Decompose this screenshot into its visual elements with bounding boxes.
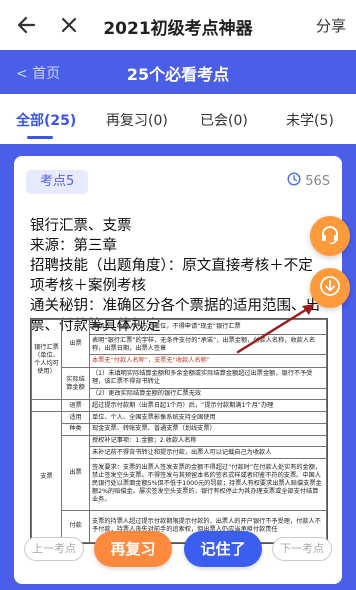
next-topic-button[interactable]: 下一考点	[272, 537, 332, 561]
content-area: 考点5 56S 银行汇票、支票 来源：第三章 招聘技能（出题角度）：原文直接考核…	[0, 144, 356, 590]
remembered-button[interactable]: 记住了	[184, 531, 262, 567]
prev-topic-button[interactable]: 上一考点	[24, 537, 84, 561]
table-cell: 本票无“付款人名称”，支票无“收款人名称”	[89, 354, 327, 369]
download-icon	[319, 275, 341, 301]
clock-icon	[287, 172, 301, 190]
timer-text: 56S	[305, 173, 330, 189]
close-icon[interactable]	[56, 12, 82, 38]
page-header: < 首页 25个必看考点	[0, 50, 356, 94]
notes-table: 银行汇票（单位、个人均可使用） 出票 申请人、收款人一方为单位，不得申请“现金”…	[30, 318, 328, 544]
tab-review[interactable]: 再复习(0)	[106, 110, 168, 130]
table-cell: 未补记前不得背书转让和提示付款，出票人可以记载自己为收款人	[89, 446, 327, 460]
card-line-skill: 招聘技能（出题角度）：原文直接考核＋不定项考核＋案例考核	[30, 258, 313, 294]
tab-unlearned[interactable]: 未学(5)	[286, 110, 334, 130]
table-cell: 单位、个人、全国支票影像系统支持全国使用	[89, 411, 327, 424]
card-line-topic: 银行汇票、支票	[30, 218, 132, 234]
headset-icon	[319, 223, 341, 249]
table-cell: 支票	[31, 411, 62, 543]
download-button[interactable]	[310, 268, 350, 308]
tab-all[interactable]: 全部(25)	[16, 110, 76, 130]
knowledge-card: 考点5 56S 银行汇票、支票 来源：第三章 招聘技能（出题角度）：原文直接考核…	[14, 156, 342, 584]
table-cell: 申请人、收款人一方为单位，不得申请“现金”银行汇票	[89, 319, 327, 335]
tab-learned[interactable]: 已会(0)	[200, 110, 248, 130]
active-tab-indicator	[27, 136, 53, 139]
app-bar: 2021初级考点神器 分享	[0, 0, 356, 50]
table-cell	[31, 399, 62, 413]
table-cell: 出票	[61, 434, 90, 511]
timer: 56S	[287, 172, 330, 190]
app-title: 2021初级考点神器	[103, 19, 253, 39]
table-cell: 签发要求：支票的出票人签发支票的金额不得超过“付款时”在付款人处实有的金额，禁止…	[89, 458, 327, 511]
share-button[interactable]: 分享	[316, 15, 346, 36]
table-cell: 出票	[61, 318, 90, 369]
review-again-button[interactable]: 再复习	[94, 531, 172, 567]
table-cell: 超过提示付款期（出票日起1个月）后，“提示付款期满1个月”办理	[89, 399, 327, 413]
table-cell: 授权补记事项：1.金额；2.收款人名称	[89, 434, 327, 448]
filter-tabs: 全部(25) 再复习(0) 已会(0) 未学(5)	[0, 94, 356, 144]
table-cell: 实际结算金额	[61, 367, 90, 401]
back-arrow-icon[interactable]	[14, 12, 40, 38]
table-cell: 退票	[61, 399, 90, 413]
topic-chip: 考点5	[26, 170, 88, 194]
card-line-source: 来源：第三章	[30, 238, 117, 254]
table-cell: （1）未填明实际结算金额和多余金额或实际结算金额超过出票金额，银行不予受理，该汇…	[89, 367, 327, 389]
table-cell: 银行汇票（单位、个人均可使用）	[31, 318, 62, 401]
table-cell: 表明“银行汇票”的字样，无条件支付的“承诺”，出票金额，付款人名称，收款人名称，…	[89, 333, 327, 356]
table-cell: 适用	[61, 411, 90, 424]
table-cell: （2）更改实际结算金额的银行汇票无效	[89, 387, 327, 401]
table-cell: 现金支票、转账支票、普通支票（划线支票）	[89, 422, 327, 436]
home-link[interactable]: < 首页	[16, 63, 60, 83]
customer-service-button[interactable]	[310, 216, 350, 256]
table-cell: 种类	[61, 422, 90, 436]
